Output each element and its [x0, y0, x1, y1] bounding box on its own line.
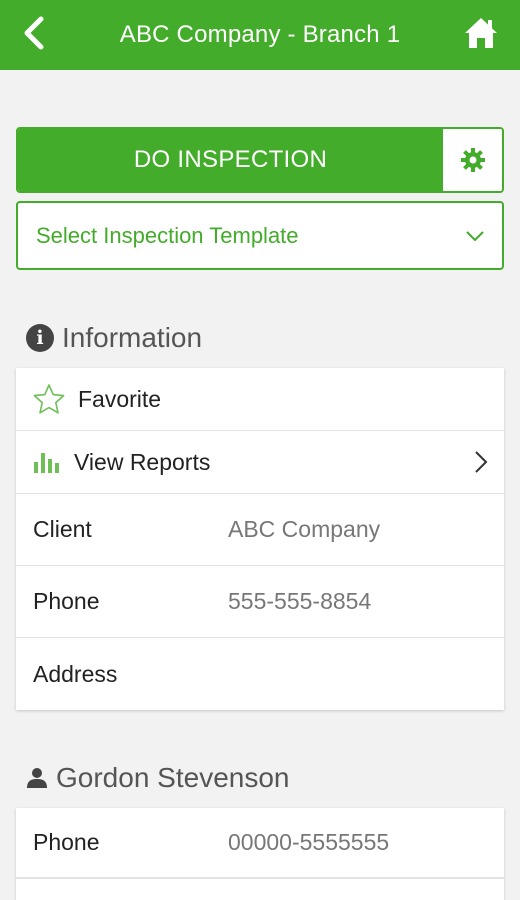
client-label: Client — [33, 516, 92, 542]
do-inspection-button[interactable]: DO INSPECTION — [18, 129, 443, 191]
chevron-down-icon — [466, 231, 484, 242]
client-row: Client ABC Company — [16, 494, 504, 566]
phone-value[interactable]: 555-555-8854 — [228, 588, 371, 615]
chevron-left-icon — [24, 16, 44, 50]
info-icon: i — [26, 324, 54, 352]
person-icon — [26, 767, 48, 789]
contact-next-row — [16, 878, 504, 900]
contact-phone-row[interactable]: Phone 00000-5555555 — [16, 808, 504, 878]
bar-chart-icon — [34, 453, 59, 473]
star-icon — [33, 384, 65, 414]
address-row: Address — [16, 638, 504, 710]
contact-phone-value[interactable]: 00000-5555555 — [228, 829, 389, 856]
home-button[interactable] — [460, 13, 502, 53]
gear-icon — [460, 148, 485, 172]
phone-label: Phone — [33, 588, 100, 614]
back-button[interactable] — [14, 13, 54, 53]
inspection-action-bar: DO INSPECTION — [16, 127, 504, 193]
favorite-row[interactable]: Favorite — [16, 368, 504, 431]
page-title: ABC Company - Branch 1 — [119, 21, 401, 48]
information-heading-label: Information — [62, 322, 203, 353]
favorite-label: Favorite — [78, 385, 162, 412]
top-app-bar: ABC Company - Branch 1 — [0, 0, 520, 70]
address-label: Address — [33, 660, 118, 687]
contact-phone-label: Phone — [33, 829, 100, 855]
template-select-label: Select Inspection Template — [36, 222, 299, 248]
inspection-template-select[interactable]: Select Inspection Template — [16, 201, 504, 270]
view-reports-row[interactable]: View Reports — [16, 431, 504, 494]
contact-name: Gordon Stevenson — [56, 762, 290, 793]
home-icon — [465, 18, 497, 48]
chevron-right-icon — [475, 451, 488, 473]
information-card: Favorite View Reports Client ABC Company… — [16, 368, 504, 710]
inspection-settings-button[interactable] — [443, 129, 502, 191]
contact-heading: Gordon Stevenson — [26, 762, 290, 794]
view-reports-label: View Reports — [74, 448, 211, 475]
phone-row[interactable]: Phone 555-555-8854 — [16, 566, 504, 638]
information-heading: i Information — [26, 322, 202, 354]
client-value: ABC Company — [228, 516, 381, 542]
contact-card: Phone 00000-5555555 — [16, 808, 504, 900]
